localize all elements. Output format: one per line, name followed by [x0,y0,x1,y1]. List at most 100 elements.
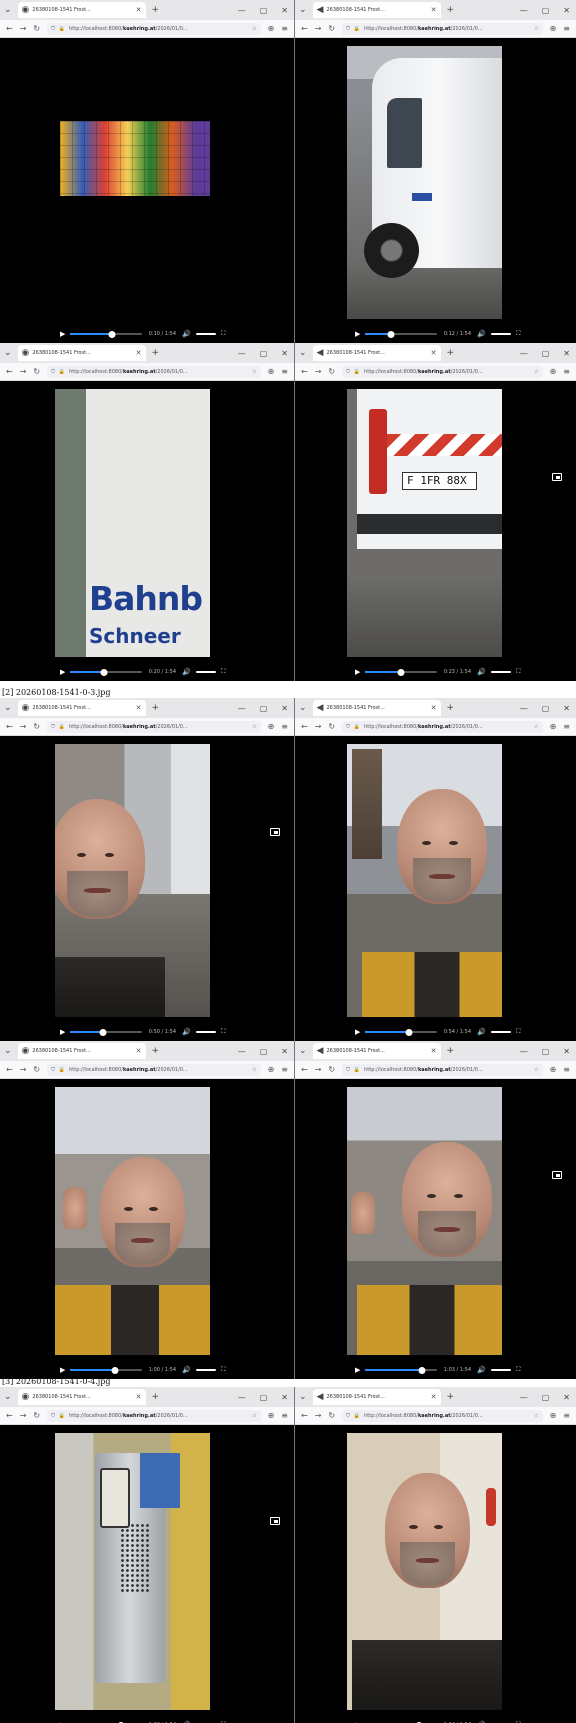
url-bar[interactable]: ⛉ 🔒 http://localhost:8080/kaehring.at/2026… [342,22,543,35]
minimize-button[interactable]: — [238,1393,246,1402]
browser-tab[interactable]: ◉ 26380108-1541 Frost... ✕ [17,700,146,716]
new-tab-button[interactable]: + [447,1392,455,1402]
maximize-button[interactable]: ▢ [542,1393,550,1402]
new-tab-button[interactable]: + [152,703,160,713]
new-tab-button[interactable]: + [152,1392,160,1402]
star-icon[interactable]: ☆ [252,26,256,32]
minimize-button[interactable]: — [520,349,528,358]
minimize-button[interactable]: — [520,6,528,15]
video-player[interactable] [0,1079,294,1361]
close-button[interactable]: ✕ [281,6,288,15]
tab-list-button[interactable]: ⌄ [4,1046,12,1056]
picture-in-picture-icon[interactable] [552,473,562,481]
new-tab-button[interactable]: + [447,703,455,713]
tab-list-button[interactable]: ⌄ [4,5,12,15]
seek-slider[interactable] [70,330,143,338]
extension-icon[interactable]: ⊕ [550,24,557,33]
seek-slider[interactable] [365,1028,438,1036]
seek-thumb[interactable] [111,1366,119,1374]
forward-icon[interactable]: → [20,1411,27,1420]
play-icon[interactable]: ▶ [355,1028,360,1036]
new-tab-button[interactable]: + [152,348,160,358]
forward-icon[interactable]: → [315,1411,322,1420]
maximize-button[interactable]: ▢ [260,6,268,15]
extension-icon[interactable]: ⊕ [268,1065,275,1074]
seek-slider[interactable] [365,668,438,676]
minimize-button[interactable]: — [238,6,246,15]
volume-icon[interactable]: 🔊 [182,330,191,338]
seek-thumb[interactable] [405,1028,413,1036]
picture-in-picture-icon[interactable] [552,1171,562,1179]
maximize-button[interactable]: ▢ [260,1047,268,1056]
url-bar[interactable]: ⛉ 🔒 http://localhost:8080/kaehring.at/2026… [47,365,261,378]
maximize-button[interactable]: ▢ [542,704,550,713]
fullscreen-icon[interactable]: ⛶ [516,1366,520,1374]
video-player[interactable] [295,1079,576,1361]
browser-tab[interactable]: ◀ 26380108-1541 Frost... ✕ [312,700,441,716]
back-icon[interactable]: ← [6,367,13,376]
fullscreen-icon[interactable]: ⛶ [221,1028,225,1036]
new-tab-button[interactable]: + [152,5,160,15]
extension-icon[interactable]: ⊕ [550,1411,557,1420]
back-icon[interactable]: ← [301,24,308,33]
star-icon[interactable]: ☆ [534,724,538,730]
forward-icon[interactable]: → [20,24,27,33]
browser-tab[interactable]: ◀ 26380108-1541 Frost... ✕ [312,1389,441,1405]
star-icon[interactable]: ☆ [534,369,538,375]
reload-icon[interactable]: ↻ [33,367,40,376]
close-button[interactable]: ✕ [281,704,288,713]
close-button[interactable]: ✕ [281,1393,288,1402]
reload-icon[interactable]: ↻ [328,367,335,376]
url-bar[interactable]: ⛉ 🔒 http://localhost:8080/kaehring.at/2026… [47,720,261,733]
back-icon[interactable]: ← [6,24,13,33]
volume-icon[interactable]: 🔊 [477,330,486,338]
new-tab-button[interactable]: + [447,348,455,358]
tab-close-icon[interactable]: ✕ [431,704,437,712]
seek-slider[interactable] [365,330,438,338]
forward-icon[interactable]: → [315,367,322,376]
volume-slider[interactable] [491,1369,512,1371]
video-player[interactable] [0,38,294,325]
volume-icon[interactable]: 🔊 [182,1366,191,1374]
extension-icon[interactable]: ⊕ [268,24,275,33]
maximize-button[interactable]: ▢ [542,349,550,358]
volume-slider[interactable] [196,671,217,673]
extension-icon[interactable]: ⊕ [268,1411,275,1420]
close-button[interactable]: ✕ [281,349,288,358]
tab-list-button[interactable]: ⌄ [4,348,12,358]
volume-icon[interactable]: 🔊 [182,668,191,676]
tab-close-icon[interactable]: ✕ [136,1393,142,1401]
play-icon[interactable]: ▶ [355,330,360,338]
play-icon[interactable]: ▶ [60,1028,65,1036]
url-bar[interactable]: ⛉ 🔒 http://localhost:8080/kaehring.at/2026… [342,1409,543,1422]
reload-icon[interactable]: ↻ [33,1411,40,1420]
menu-icon[interactable]: ≡ [281,367,288,376]
volume-icon[interactable]: 🔊 [477,1028,486,1036]
tab-close-icon[interactable]: ✕ [431,1393,437,1401]
new-tab-button[interactable]: + [447,1046,455,1056]
browser-tab[interactable]: ◀ 26380108-1541 Frost... ✕ [312,1043,441,1059]
seek-thumb[interactable] [99,1028,107,1036]
volume-slider[interactable] [491,333,512,335]
tab-list-button[interactable]: ⌄ [4,703,12,713]
extension-icon[interactable]: ⊕ [550,367,557,376]
reload-icon[interactable]: ↻ [33,24,40,33]
menu-icon[interactable]: ≡ [281,722,288,731]
star-icon[interactable]: ☆ [252,724,256,730]
volume-icon[interactable]: 🔊 [477,668,486,676]
reload-icon[interactable]: ↻ [33,722,40,731]
tab-list-button[interactable]: ⌄ [299,1392,307,1402]
star-icon[interactable]: ☆ [252,369,256,375]
seek-slider[interactable] [70,1028,143,1036]
browser-tab[interactable]: ◉ 26380108-1541 Frost... ✕ [17,1389,146,1405]
minimize-button[interactable]: — [520,1393,528,1402]
star-icon[interactable]: ☆ [252,1413,256,1419]
minimize-button[interactable]: — [238,349,246,358]
reload-icon[interactable]: ↻ [328,1065,335,1074]
volume-icon[interactable]: 🔊 [182,1028,191,1036]
back-icon[interactable]: ← [6,722,13,731]
menu-icon[interactable]: ≡ [281,24,288,33]
browser-tab[interactable]: ◀ 26380108-1541 Frost... ✕ [312,345,441,361]
menu-icon[interactable]: ≡ [563,367,570,376]
reload-icon[interactable]: ↻ [33,1065,40,1074]
